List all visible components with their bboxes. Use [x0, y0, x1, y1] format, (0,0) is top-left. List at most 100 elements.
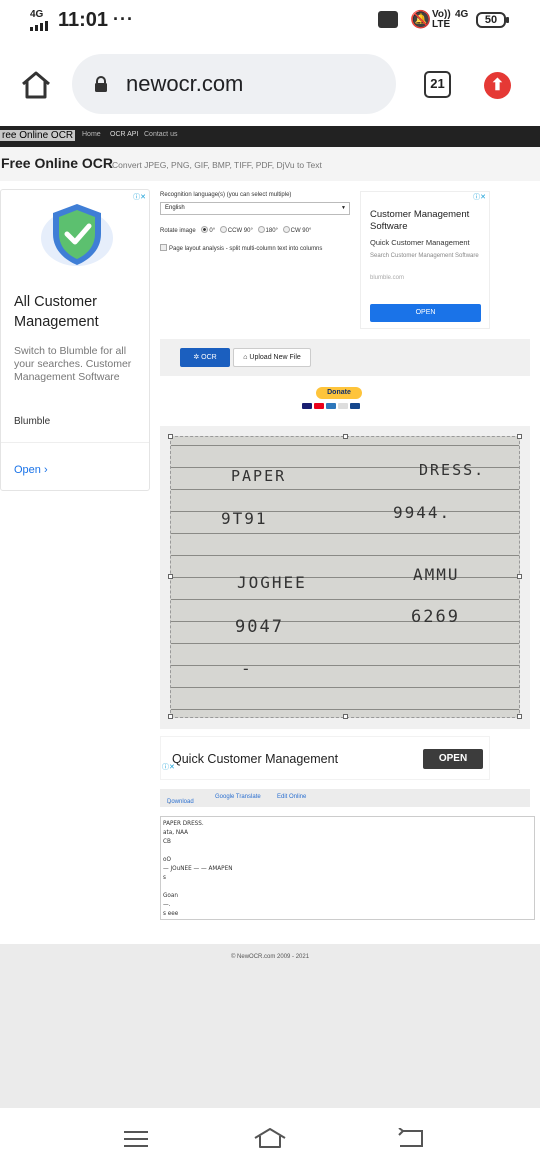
- ad-choices-icon[interactable]: ⓘ✕: [133, 192, 146, 202]
- bottom-ad-heading[interactable]: Quick Customer Management: [172, 752, 338, 766]
- volte-indicator: Vo)) LTE: [432, 9, 451, 30]
- rotate-0-label: 0°: [209, 228, 216, 234]
- crop-handle[interactable]: [517, 714, 522, 719]
- handwriting: AMMU: [413, 565, 460, 584]
- url-text[interactable]: newocr.com: [126, 71, 243, 97]
- rotate-180-label: 180°: [265, 228, 278, 234]
- discover-icon: [338, 403, 348, 409]
- copyright: © NewOCR.com 2009 - 2021: [230, 954, 310, 960]
- open-label[interactable]: Open: [14, 464, 41, 476]
- ocr-button[interactable]: ✲ OCR: [180, 348, 230, 367]
- bottom-ad-open-button[interactable]: OPEN: [423, 749, 483, 769]
- network-type: 4G: [30, 9, 44, 20]
- rotate-ccw90[interactable]: CCW 90°: [219, 226, 253, 234]
- address-bar[interactable]: newocr.com: [72, 54, 396, 114]
- crop-handle[interactable]: [517, 434, 522, 439]
- upload-label: Upload New File: [249, 354, 301, 361]
- handwriting: 9944.: [393, 503, 452, 522]
- crop-handle[interactable]: [517, 574, 522, 579]
- right-ad[interactable]: ⓘ✕ Customer Management Software Quick Cu…: [360, 191, 490, 329]
- dropdown-arrow-icon: ▼: [341, 205, 346, 211]
- upload-button[interactable]: ⌂ Upload New File: [233, 348, 311, 367]
- footer: © NewOCR.com 2009 - 2021: [0, 944, 540, 1108]
- lock-icon: [95, 76, 107, 92]
- rotate-cw90-label: CW 90°: [290, 228, 312, 234]
- language-value: English: [165, 205, 185, 211]
- home-icon[interactable]: [20, 70, 52, 100]
- chevron-down-icon: ⌄: [167, 800, 173, 806]
- visa-icon: [302, 403, 312, 409]
- right-ad-sub: Quick Customer Management: [370, 238, 470, 247]
- action-bar: ✲ OCR ⌂ Upload New File: [160, 339, 530, 376]
- update-arrow-icon[interactable]: ⬆: [484, 72, 511, 99]
- menu-icon[interactable]: [123, 1130, 149, 1148]
- layout-analysis-row[interactable]: Page layout analysis - split multi-colum…: [160, 244, 322, 252]
- site-nav: ree Online OCR Home OCR API Contact us: [0, 126, 540, 147]
- lte-indicator: 4G: [455, 9, 469, 20]
- right-ad-heading[interactable]: Customer Management Software: [370, 209, 485, 233]
- rotate-0[interactable]: 0°: [201, 226, 216, 234]
- layout-label: Page layout analysis - split multi-colum…: [169, 246, 323, 252]
- edit-online-link[interactable]: Edit Online: [277, 794, 306, 800]
- handwriting: JOGHEE: [237, 573, 307, 592]
- divider: [1, 442, 149, 443]
- nav-home[interactable]: Home: [82, 131, 101, 138]
- radio-icon[interactable]: [201, 226, 209, 233]
- status-bar: 4G 11:01 ··· 🔕 Vo)) LTE 4G 50: [0, 0, 540, 42]
- gear-icon: ✲: [193, 354, 202, 361]
- radio-icon[interactable]: [282, 226, 290, 233]
- layout-checkbox[interactable]: [160, 244, 167, 251]
- crop-handle[interactable]: [168, 574, 173, 579]
- result-toolbar: Download ⌄ Google Translate Edit Online: [160, 789, 530, 807]
- home-nav-icon[interactable]: [253, 1127, 287, 1149]
- bottom-ad[interactable]: Quick Customer Management OPEN ⓘ✕: [160, 736, 490, 780]
- site-brand[interactable]: ree Online OCR: [0, 130, 76, 141]
- crop-handle[interactable]: [168, 714, 173, 719]
- back-icon[interactable]: [397, 1128, 425, 1148]
- site-header: Free Online OCR Convert JPEG, PNG, GIF, …: [0, 147, 540, 181]
- nav-ocr-api[interactable]: OCR API: [110, 131, 138, 138]
- page-title: Free Online OCR: [1, 155, 114, 171]
- rotate-label: Rotate image: [160, 228, 196, 234]
- donate-button[interactable]: Donate: [316, 387, 362, 399]
- left-ad[interactable]: ⓘ✕ All Customer Management Switch to Blu…: [0, 189, 150, 491]
- crop-handle[interactable]: [168, 434, 173, 439]
- left-ad-open-link[interactable]: Open ›: [14, 464, 48, 476]
- chevron-right-icon: ›: [43, 464, 48, 476]
- ad-choices-icon[interactable]: ⓘ✕: [473, 192, 486, 202]
- right-ad-url: blumble.com: [370, 275, 405, 281]
- radio-icon[interactable]: [257, 226, 265, 233]
- rotate-ccw90-label: CCW 90°: [227, 228, 253, 234]
- ad-choices-icon[interactable]: ⓘ✕: [162, 764, 175, 771]
- shield-check-icon: [41, 204, 113, 266]
- handwriting: 9047: [235, 617, 284, 637]
- language-select[interactable]: English ▼: [160, 202, 350, 215]
- nav-contact[interactable]: Contact us: [144, 131, 177, 138]
- uploaded-image[interactable]: PAPER DRESS. 9T91 9944. JOGHEE AMMU 9047…: [170, 436, 520, 718]
- battery-icon: 50: [476, 12, 509, 28]
- crop-handle[interactable]: [343, 434, 348, 439]
- left-ad-sponsor: Blumble: [14, 416, 51, 427]
- work-profile-icon: [378, 11, 398, 28]
- handwriting: 6269: [411, 607, 460, 627]
- browser-toolbar: newocr.com 21 ⬆: [0, 42, 540, 126]
- rotate-180[interactable]: 180°: [257, 226, 278, 234]
- tab-switcher-button[interactable]: 21: [424, 71, 451, 98]
- left-ad-description: Switch to Blumble for all your searches.…: [14, 345, 132, 383]
- image-preview-panel: PAPER DRESS. 9T91 9944. JOGHEE AMMU 9047…: [160, 426, 530, 729]
- clock: 11:01: [58, 9, 109, 31]
- rotate-row: Rotate image 0° CCW 90° 180° CW 90°: [160, 226, 311, 234]
- google-translate-link[interactable]: Google Translate: [215, 794, 261, 800]
- right-ad-open-button[interactable]: OPEN: [370, 304, 481, 322]
- handwriting: -: [241, 659, 253, 678]
- radio-icon[interactable]: [219, 226, 227, 233]
- result-textarea[interactable]: PAPER DRESS. ata, NAA CB oO — JOuNEE — —…: [160, 816, 535, 920]
- crop-handle[interactable]: [343, 714, 348, 719]
- amex-icon: [326, 403, 336, 409]
- rotate-cw90[interactable]: CW 90°: [282, 226, 312, 234]
- handwriting: 9T91: [221, 509, 268, 528]
- bank-icon: [350, 403, 360, 409]
- payment-cards: [302, 403, 360, 409]
- left-ad-heading[interactable]: All Customer Management: [14, 292, 144, 332]
- signal-icon: [30, 21, 48, 31]
